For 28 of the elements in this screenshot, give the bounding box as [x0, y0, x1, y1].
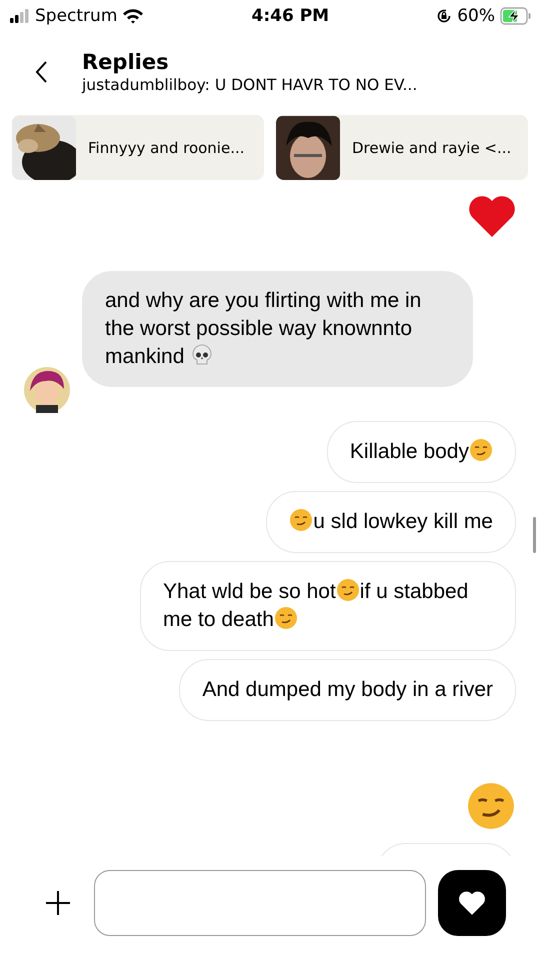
carrier-name: Spectrum: [35, 6, 118, 26]
signal-icon: [10, 9, 30, 23]
message-bubble: and why are you flirting with me in the worst possible way knownnto mankind: [82, 271, 473, 387]
message-bubble: u sld lowkey kill me: [266, 491, 516, 553]
smirk-face-icon: [274, 606, 298, 630]
screen-title: Replies: [82, 50, 170, 74]
smirk-face-icon: [466, 781, 516, 831]
battery-percent: 60%: [457, 6, 495, 26]
heart-send-button[interactable]: [438, 870, 506, 936]
message-bubble: Killable body: [326, 421, 516, 483]
message-bubble: And dumped my body in a river: [179, 659, 516, 721]
story-chip[interactable]: Finnyyy and roonie...: [12, 115, 264, 180]
message-bubble: Yhat wld be so hot if u stabbed me to death: [140, 561, 516, 651]
heart-icon: [457, 889, 487, 917]
heart-reaction-icon: [468, 195, 516, 237]
skull-icon: [190, 343, 214, 367]
clock-time: 4:46 PM: [252, 6, 330, 26]
message-input[interactable]: [94, 870, 426, 936]
rotation-lock-icon: [436, 8, 452, 24]
battery-icon: [500, 7, 532, 25]
reply-preview: justadumblilboy: U DONT HAVR TO NO EV...: [82, 76, 418, 94]
smirk-face-icon: [469, 438, 493, 462]
story-chip[interactable]: Drewie and rayie <...: [276, 115, 528, 180]
plus-icon: [44, 889, 72, 917]
smirk-face-icon: [289, 508, 314, 532]
back-icon: [34, 60, 48, 84]
smirk-face-icon: [336, 578, 360, 602]
wifi-icon: [122, 8, 144, 24]
